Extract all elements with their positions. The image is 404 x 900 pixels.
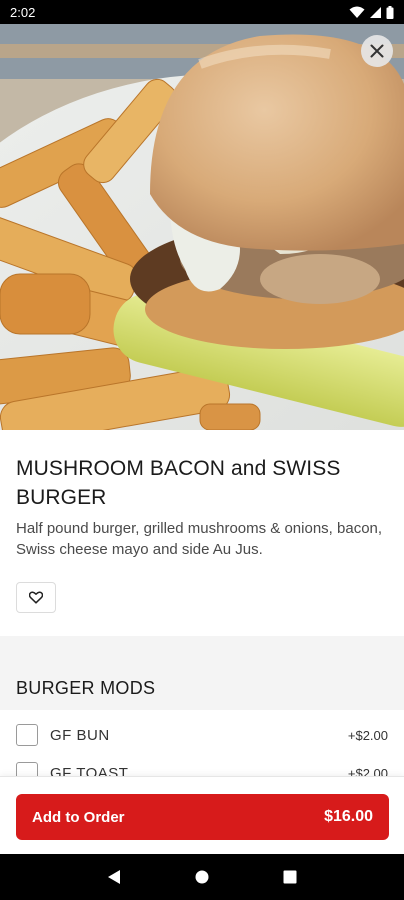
recents-icon <box>283 870 297 884</box>
checkbox[interactable] <box>16 724 38 746</box>
mod-option-gf-bun[interactable]: GF BUN +$2.00 <box>0 716 404 754</box>
mods-section-header: BURGER MODS <box>0 670 404 710</box>
status-time: 2:02 <box>10 4 36 20</box>
item-title: MUSHROOM BACON and SWISS BURGER <box>16 457 341 509</box>
item-details: MUSHROOM BACON and SWISS BURGER Half pou… <box>0 430 404 636</box>
recents-button[interactable] <box>275 862 305 892</box>
order-footer: Add to Order $16.00 <box>0 776 404 854</box>
status-icons <box>349 5 394 19</box>
signal-icon <box>370 6 381 18</box>
wifi-icon <box>349 6 365 18</box>
mod-option-gf-toast[interactable]: GF TOAST +$2.00 <box>0 754 404 776</box>
back-button[interactable] <box>99 862 129 892</box>
item-description: Half pound burger, grilled mushrooms & o… <box>16 520 383 558</box>
mods-list: GF BUN +$2.00 GF TOAST +$2.00 <box>0 710 404 776</box>
battery-icon <box>386 5 394 19</box>
mod-price: +$2.00 <box>347 727 388 743</box>
mod-price: +$2.00 <box>347 765 388 777</box>
checkbox[interactable] <box>16 762 38 776</box>
section-divider <box>0 636 404 670</box>
mod-label: GF TOAST <box>50 764 129 777</box>
status-bar: 2:02 <box>0 0 404 24</box>
close-icon <box>370 44 384 58</box>
heart-outline-icon <box>29 591 43 604</box>
add-to-order-label: Add to Order <box>32 808 125 826</box>
add-to-order-button[interactable]: Add to Order $16.00 <box>16 794 389 840</box>
back-icon <box>108 870 120 884</box>
favorite-button[interactable] <box>16 582 56 613</box>
home-icon <box>195 870 209 884</box>
close-button[interactable] <box>361 35 393 67</box>
item-photo <box>0 24 404 430</box>
system-nav-bar <box>0 854 404 900</box>
order-total: $16.00 <box>324 808 373 825</box>
mod-label: GF BUN <box>50 726 110 744</box>
home-button[interactable] <box>187 862 217 892</box>
